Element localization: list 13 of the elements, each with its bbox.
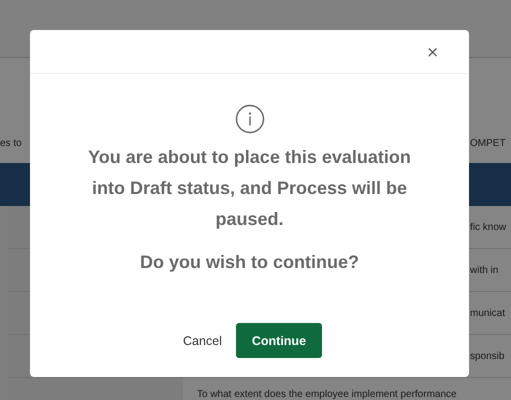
dialog-message: You are about to place this evaluation into Draft status, and Process will be paused.: [87, 146, 412, 231]
table-cell: To what extent does the employee implement performance: [197, 389, 457, 400]
info-icon: [234, 104, 264, 134]
dialog-question: Do you wish to continue?: [140, 251, 359, 274]
column-heading: OMPET: [470, 138, 507, 149]
table-cell-text: municat: [470, 308, 506, 318]
column-heading: es to: [0, 138, 22, 149]
cancel-button[interactable]: Cancel: [177, 323, 222, 358]
continue-button[interactable]: Continue: [236, 323, 322, 358]
close-button[interactable]: ×: [422, 42, 443, 60]
table-cell-text: sponsib: [470, 350, 506, 362]
table-cell-text: fic know: [470, 222, 508, 232]
table-cell-text: with in: [470, 264, 500, 276]
